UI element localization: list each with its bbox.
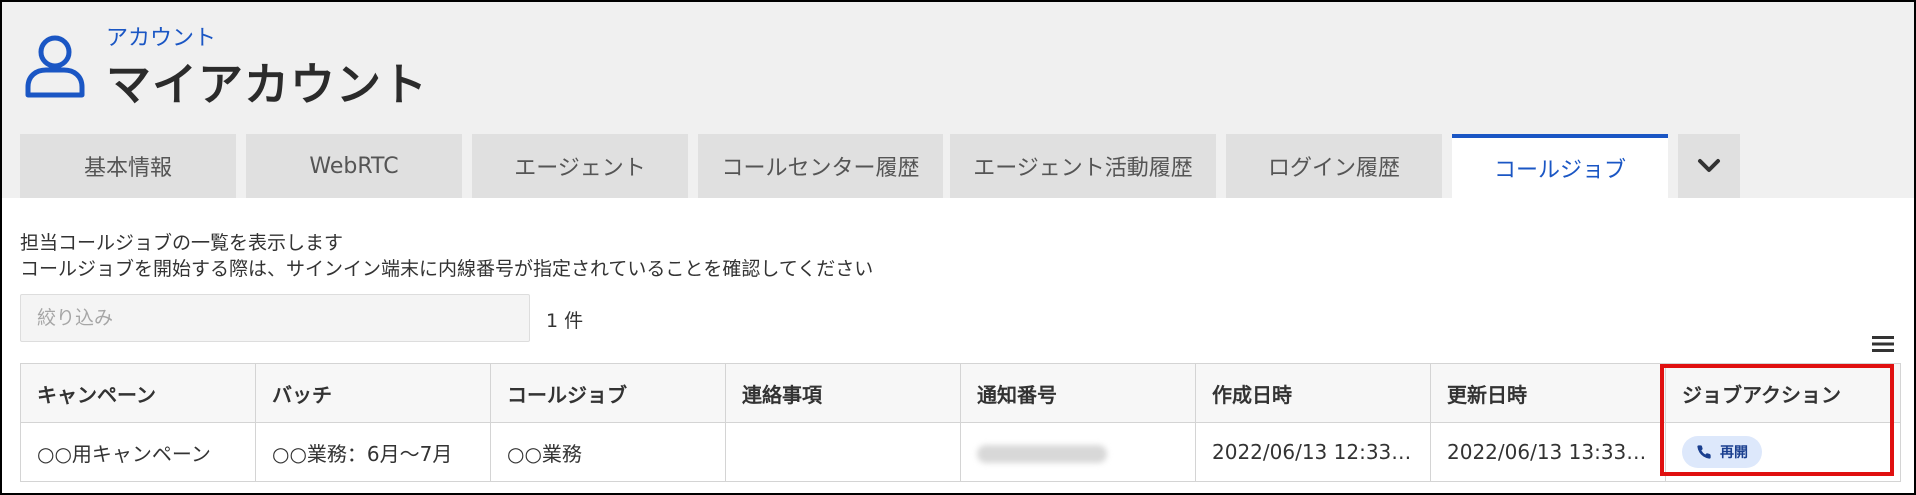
call-job-table: キャンペーン バッチ コールジョブ 連絡事項 通知番号 作成日時 更新日時 ジョ… xyxy=(20,363,1901,482)
cell-created: 2022/06/13 12:33… xyxy=(1195,422,1431,482)
cell-notify-number xyxy=(960,422,1196,482)
table-header-row: キャンペーン バッチ コールジョブ 連絡事項 通知番号 作成日時 更新日時 ジョ… xyxy=(20,363,1901,423)
column-menu-icon[interactable] xyxy=(1872,335,1894,353)
cell-notes xyxy=(725,422,961,482)
cell-campaign: ○○用キャンペーン xyxy=(20,422,256,482)
column-header-updated[interactable]: 更新日時 xyxy=(1430,363,1666,423)
column-header-notify-number[interactable]: 通知番号 xyxy=(960,363,1196,423)
cell-updated: 2022/06/13 13:33… xyxy=(1430,422,1666,482)
page-title: マイアカウント xyxy=(106,58,429,111)
tab-call-job[interactable]: コールジョブ xyxy=(1452,134,1668,198)
table-row[interactable]: ○○用キャンペーン ○○業務：6月～7月 ○○業務 2022/06/13 12:… xyxy=(20,422,1901,482)
user-icon xyxy=(25,35,85,98)
tab-webrtc[interactable]: WebRTC xyxy=(246,134,462,198)
tab-basic-info[interactable]: 基本情報 xyxy=(20,134,236,198)
tab-agent-activity-history[interactable]: エージェント活動履歴 xyxy=(950,134,1216,198)
cell-call-job: ○○業務 xyxy=(490,422,726,482)
page-header: アカウント マイアカウント 基本情報 WebRTC エージェント コールセンター… xyxy=(2,2,1914,198)
tab-agent[interactable]: エージェント xyxy=(472,134,688,198)
redacted-number xyxy=(977,444,1107,463)
result-count: 1 件 xyxy=(546,310,584,332)
column-header-notes[interactable]: 連絡事項 xyxy=(725,363,961,423)
chevron-down-icon xyxy=(1698,159,1720,172)
description-line-1: 担当コールジョブの一覧を表示します xyxy=(20,232,344,254)
column-header-campaign[interactable]: キャンペーン xyxy=(20,363,256,423)
cell-batch: ○○業務：6月～7月 xyxy=(255,422,491,482)
column-header-call-job[interactable]: コールジョブ xyxy=(490,363,726,423)
column-header-created[interactable]: 作成日時 xyxy=(1195,363,1431,423)
column-header-batch[interactable]: バッチ xyxy=(255,363,491,423)
filter-input[interactable] xyxy=(20,294,530,342)
tab-call-center-history[interactable]: コールセンター履歴 xyxy=(698,134,943,198)
tab-login-history[interactable]: ログイン履歴 xyxy=(1226,134,1442,198)
app-window: アカウント マイアカウント 基本情報 WebRTC エージェント コールセンター… xyxy=(0,0,1916,495)
more-tabs-button[interactable] xyxy=(1678,134,1740,198)
description-line-2: コールジョブを開始する際は、サインイン端末に内線番号が指定されていることを確認し… xyxy=(20,258,874,280)
highlight-annotation xyxy=(1660,364,1894,476)
